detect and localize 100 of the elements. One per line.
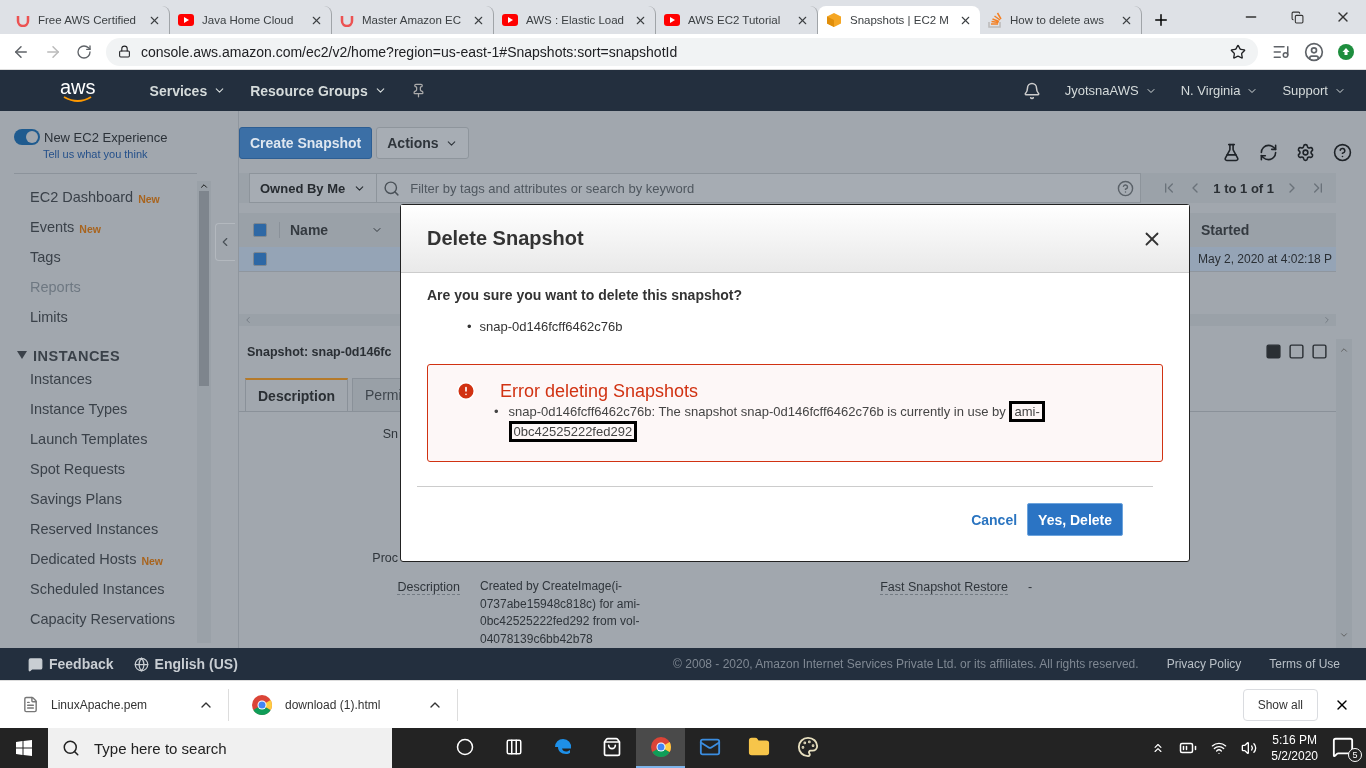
copyright-text: © 2008 - 2020, Amazon Internet Services Private Ltd. or its affiliates. All rights reserved. (673, 657, 1139, 671)
owner-dropdown[interactable]: Owned By Me (249, 173, 378, 204)
reload-icon[interactable] (76, 43, 92, 60)
download-item[interactable]: download (1).html (229, 688, 458, 721)
mail-icon[interactable] (698, 736, 721, 758)
feedback-link[interactable]: Feedback (28, 656, 114, 672)
pagination-text: 1 to 1 of 1 (1213, 180, 1274, 196)
footer-link[interactable]: Terms of Use (1269, 657, 1340, 671)
layout-icon[interactable] (1311, 343, 1328, 361)
section-heading[interactable]: INSTANCES (33, 348, 121, 364)
taskbar-app[interactable] (636, 728, 685, 768)
speech-bubble-icon (28, 656, 43, 672)
sidebar-item[interactable]: Events New (14, 212, 197, 242)
clock[interactable]: 5:16 PM 5/2/2020 (1271, 732, 1318, 764)
cube-icon (826, 12, 842, 28)
row-checkbox[interactable] (253, 252, 267, 267)
sidebar-item[interactable]: Dedicated Hosts New (14, 544, 197, 574)
language-selector[interactable]: English (US) (133, 656, 238, 672)
video-icon (178, 14, 194, 26)
u-icon (16, 13, 30, 27)
sidebar-item[interactable]: Capacity Reservations (14, 604, 197, 634)
nav-menu[interactable]: Resource Groups (250, 82, 387, 99)
nav-menu[interactable]: Support (1282, 83, 1346, 98)
taskbar-search-bar[interactable]: Type here to search (48, 728, 392, 768)
aws-logo[interactable]: aws (60, 78, 96, 103)
notification-count: 5 (1348, 748, 1362, 762)
field-label: Sn (382, 427, 399, 441)
dialog-title: Delete Snapshot (427, 227, 584, 250)
flask-icon[interactable] (1222, 143, 1241, 162)
sidebar-scrollbar[interactable] (197, 181, 211, 643)
column-header[interactable]: Name (279, 222, 389, 239)
scroll-up-icon[interactable] (199, 181, 209, 191)
sidebar-item[interactable]: Spot Requests (14, 454, 197, 484)
bookmark-star-icon[interactable] (1230, 43, 1246, 60)
details-tab[interactable]: Description (245, 378, 348, 411)
settings-icon[interactable] (1296, 143, 1315, 162)
new-tab-icon[interactable] (1152, 11, 1170, 29)
pin-icon[interactable] (410, 83, 426, 98)
sidebar-item[interactable]: Limits (14, 302, 197, 332)
folder-icon[interactable] (747, 736, 770, 758)
details-title: Snapshot: snap-0d146fc (247, 344, 392, 359)
sidebar-item[interactable]: Tags (14, 242, 197, 272)
nav-menu[interactable]: JyotsnaAWS (1064, 83, 1157, 98)
download-item[interactable]: LinuxApache.pem (0, 688, 229, 721)
video-icon (664, 14, 680, 26)
search-icon (62, 739, 80, 757)
palette-icon[interactable] (796, 736, 819, 758)
footer-link[interactable]: Privacy Policy (1166, 657, 1242, 671)
delete-button[interactable]: Yes, Delete (1027, 503, 1123, 536)
notification-icon[interactable] (1332, 736, 1354, 758)
browser-tab[interactable]: Snapshots | EC2 M (818, 6, 980, 34)
actions-dropdown[interactable]: Actions (376, 127, 469, 159)
taskbar-search-field[interactable]: Type here to search (92, 738, 295, 758)
cancel-button[interactable]: Cancel (971, 511, 1018, 528)
help-icon[interactable] (1333, 143, 1352, 162)
toggle-switch[interactable] (14, 129, 40, 145)
task-view-icon[interactable] (504, 738, 523, 756)
sidebar-item[interactable]: Reserved Instances (14, 514, 197, 544)
store-icon[interactable] (601, 737, 622, 757)
error-icon (456, 381, 476, 401)
error-title: Error deleting Snapshots (500, 381, 700, 402)
bullet-mark: • (494, 403, 499, 421)
layout-icon[interactable] (1265, 343, 1282, 361)
bullet-mark: • (467, 319, 472, 334)
profile-icon[interactable] (1304, 41, 1324, 62)
column-header[interactable]: Started (1193, 222, 1336, 239)
layout-icon[interactable] (1288, 343, 1305, 361)
error-message: snap-0d146fcff6462c76b: The snapshot snap-0d146fcff6462c76b is currently in use by ami- 0bc42525222fed292 (508, 402, 1094, 442)
sidebar-item[interactable]: EC2 Dashboard New (14, 182, 197, 212)
nav-menu[interactable]: Services (149, 82, 227, 99)
chrome-icon[interactable] (649, 736, 672, 758)
select-all-checkbox[interactable] (253, 223, 267, 238)
feedback-link[interactable]: Tell us what you think (0, 148, 197, 160)
cortana-icon[interactable] (455, 738, 474, 756)
address-bar[interactable]: console.aws.amazon.com/ec2/v2/home?region=us-east-1#Snapshots:sort=snapshotId (106, 37, 1258, 66)
notification-bell-icon[interactable] (1022, 81, 1041, 100)
nav-menu[interactable]: N. Virginia (1180, 83, 1259, 98)
sidebar-item[interactable]: Scheduled Instances (14, 574, 197, 604)
search-field[interactable]: Filter by tags and attributes or search by keyword (408, 179, 1110, 197)
windows-logo-icon[interactable] (16, 740, 32, 756)
update-icon[interactable] (1338, 43, 1354, 60)
field-label: Description (397, 580, 460, 595)
restore-icon[interactable] (1290, 10, 1304, 24)
show-all-button[interactable]: Show all (1242, 688, 1318, 721)
confirmation-question: Are you sure you want to delete this snapshot? (427, 287, 743, 303)
sidebar-item[interactable]: Instances (14, 364, 197, 394)
sidebar-item[interactable]: Launch Templates (14, 424, 197, 454)
wifi-icon[interactable] (1211, 740, 1228, 756)
volume-icon[interactable] (1241, 740, 1258, 756)
collapse-handle[interactable] (214, 223, 235, 261)
search-bar[interactable]: Filter by tags and attributes or search by keyword (377, 173, 1142, 204)
expand-triangle-icon[interactable] (16, 349, 28, 361)
sidebar-item[interactable]: Instance Types (14, 394, 197, 424)
u-icon (340, 13, 354, 27)
sidebar-item[interactable]: Savings Plans (14, 484, 197, 514)
chrome-icon[interactable] (251, 693, 273, 716)
lock-icon (118, 45, 131, 58)
create-button[interactable]: Create Snapshot (239, 127, 373, 159)
refresh-icon[interactable] (1259, 143, 1278, 162)
field-label: Fast Snapshot Restore (880, 580, 1008, 595)
